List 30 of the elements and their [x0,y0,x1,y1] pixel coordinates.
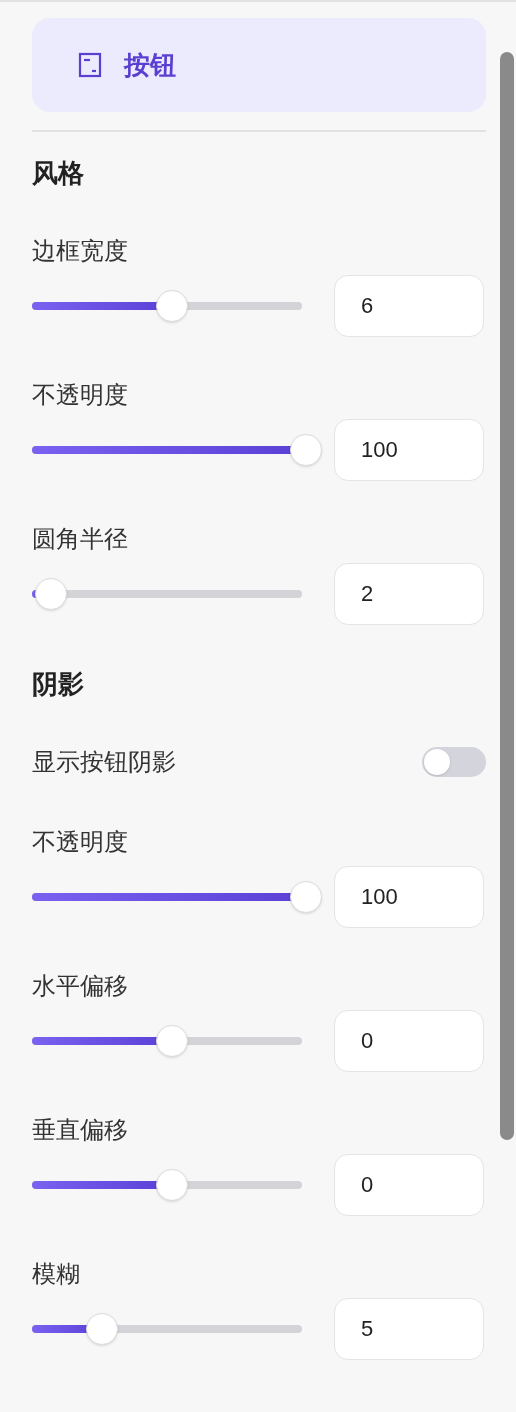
slider-thumb[interactable] [34,578,67,610]
number-field[interactable]: 100 [334,866,484,928]
component-list-item[interactable]: 按钮 [32,18,486,112]
number-field[interactable]: 5 [334,1298,484,1360]
field-label: 不透明度 [32,827,129,857]
slider-thumb[interactable] [155,1169,188,1201]
slider-thumb[interactable] [290,434,322,466]
number-field[interactable]: 100 [334,419,484,481]
number-field[interactable]: 0 [334,1010,484,1072]
field-label: 不透明度 [32,380,129,410]
field-label: 模糊 [32,1259,81,1289]
slider-thumb[interactable] [155,1025,188,1057]
slider[interactable] [32,881,322,913]
field-label: 水平偏移 [32,971,129,1001]
number-field[interactable]: 6 [334,275,484,337]
slider[interactable] [32,434,322,466]
scrollbar[interactable] [500,52,514,1140]
section-heading: 阴影 [32,668,85,700]
slider-thumb[interactable] [86,1313,119,1345]
slider-thumb[interactable] [290,881,322,913]
panel-icon [78,52,102,78]
field-label: 圆角半径 [32,524,129,554]
section-heading: 风格 [32,157,85,189]
number-field[interactable]: 2 [334,563,484,625]
slider-thumb[interactable] [155,290,188,322]
field-label: 显示按钮阴影 [32,747,176,777]
number-field[interactable]: 0 [334,1154,484,1216]
toggle-switch[interactable] [422,747,486,777]
field-label: 垂直偏移 [32,1115,129,1145]
field-label: 边框宽度 [32,236,129,266]
